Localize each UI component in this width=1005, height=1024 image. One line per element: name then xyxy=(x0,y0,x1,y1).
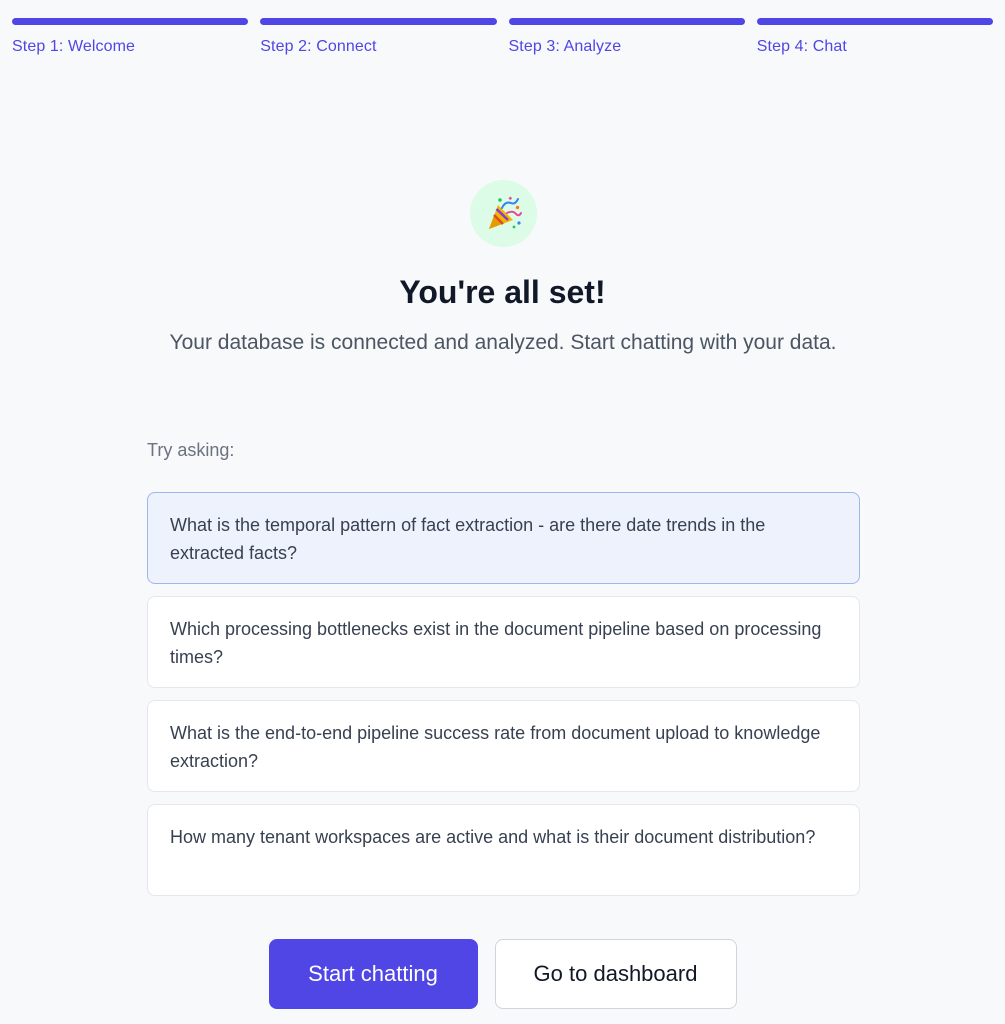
onboarding-stepper: Step 1: Welcome Step 2: Connect Step 3: … xyxy=(12,18,993,56)
party-popper-icon xyxy=(488,195,522,229)
suggested-question[interactable]: How many tenant workspaces are active an… xyxy=(147,804,860,896)
step-progress-bar xyxy=(12,18,249,25)
step-welcome: Step 1: Welcome xyxy=(12,18,249,56)
step-label: Step 1: Welcome xyxy=(12,38,136,55)
suggested-question[interactable]: What is the end-to-end pipeline success … xyxy=(147,700,860,792)
step-label: Step 4: Chat xyxy=(756,38,847,55)
step-progress-bar xyxy=(508,18,745,25)
step-chat: Step 4: Chat xyxy=(756,18,993,56)
success-icon-badge xyxy=(470,180,537,247)
step-progress-bar xyxy=(260,18,497,25)
suggested-question[interactable]: What is the temporal pattern of fact ext… xyxy=(147,492,860,584)
suggested-questions-list: What is the temporal pattern of fact ext… xyxy=(147,492,860,896)
suggested-question[interactable]: Which processing bottlenecks exist in th… xyxy=(147,596,860,688)
action-buttons: Start chatting Go to dashboard xyxy=(0,939,1005,1009)
step-label: Step 2: Connect xyxy=(260,38,377,55)
page-subtitle: Your database is connected and analyzed.… xyxy=(169,331,837,354)
step-connect: Step 2: Connect xyxy=(260,18,497,56)
go-to-dashboard-button[interactable]: Go to dashboard xyxy=(494,939,737,1009)
start-chatting-button[interactable]: Start chatting xyxy=(268,939,478,1009)
suggestions-heading: Try asking: xyxy=(147,440,235,460)
page-title: You're all set! xyxy=(399,274,606,310)
step-progress-bar xyxy=(756,18,993,25)
step-analyze: Step 3: Analyze xyxy=(508,18,745,56)
step-label: Step 3: Analyze xyxy=(508,38,622,55)
